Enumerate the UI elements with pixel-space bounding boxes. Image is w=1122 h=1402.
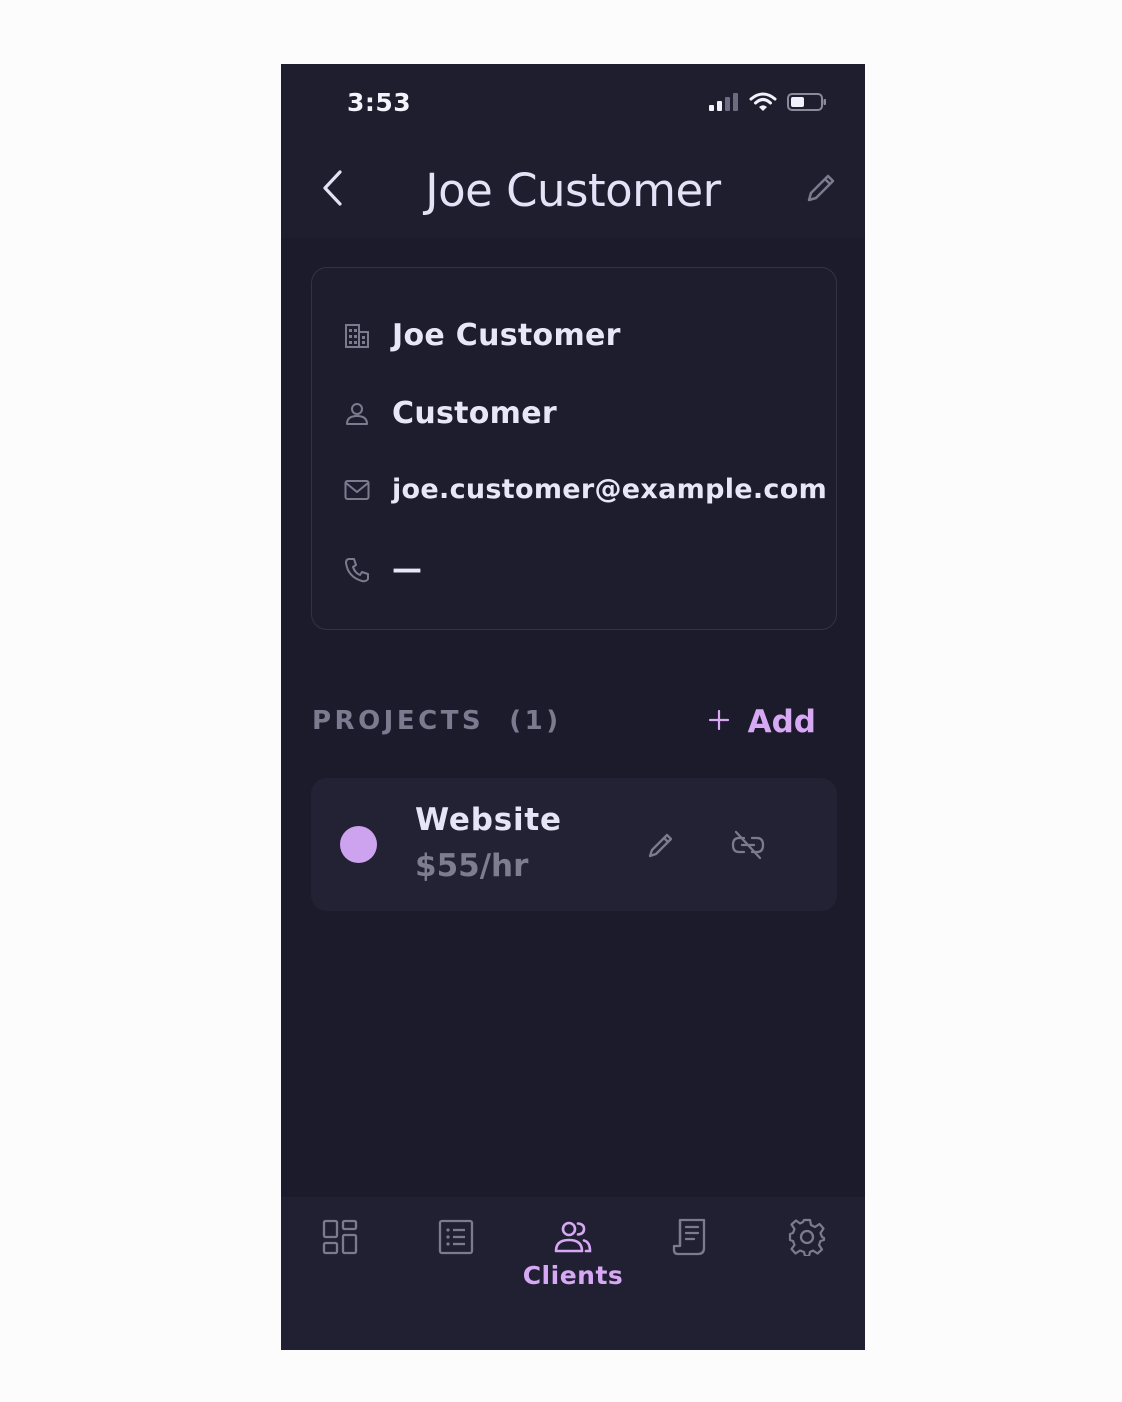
project-color-dot — [340, 826, 377, 863]
pencil-icon — [807, 174, 835, 202]
company-name: Joe Customer — [392, 318, 621, 353]
tab-invoices[interactable] — [635, 1215, 745, 1259]
tab-dashboard[interactable] — [285, 1215, 395, 1259]
project-item[interactable]: Website $55/hr — [311, 778, 837, 911]
building-icon — [342, 321, 372, 351]
tab-clients[interactable]: Clients — [518, 1215, 628, 1290]
bottom-tab-bar: Clients — [281, 1197, 865, 1350]
project-rate: $55/hr — [415, 848, 529, 884]
status-bar: 3:53 — [281, 64, 865, 144]
client-info-card: Joe Customer Customer joe.customer@examp… — [311, 267, 837, 630]
battery-icon — [787, 92, 827, 117]
phone-screen: 3:53 Joe Customer Joe Customer Customer … — [281, 64, 865, 1350]
navigation-header: Joe Customer — [281, 144, 865, 238]
phone-icon — [342, 555, 372, 585]
unlink-icon — [731, 830, 765, 860]
gear-icon — [785, 1215, 829, 1259]
tab-list[interactable] — [401, 1215, 511, 1259]
tab-clients-label: Clients — [522, 1261, 624, 1290]
status-time: 3:53 — [347, 88, 412, 117]
page-title: Joe Customer — [425, 164, 721, 217]
contact-name: Customer — [392, 396, 557, 431]
unlink-project-button[interactable] — [729, 826, 767, 864]
projects-section-label: PROJECTS (1) — [312, 706, 562, 736]
receipt-icon — [668, 1215, 712, 1259]
list-icon — [434, 1215, 478, 1259]
edit-client-button[interactable] — [799, 166, 843, 210]
dashboard-icon — [318, 1215, 362, 1259]
tab-settings[interactable] — [752, 1215, 862, 1259]
wifi-icon — [749, 92, 777, 117]
phone-row[interactable]: — — [342, 552, 422, 587]
users-icon — [551, 1215, 595, 1259]
status-icons — [709, 92, 827, 117]
mail-icon — [342, 475, 372, 505]
edit-project-button[interactable] — [642, 826, 680, 864]
plus-icon — [708, 707, 730, 737]
pencil-icon — [648, 833, 673, 858]
project-name: Website — [415, 802, 562, 838]
company-row: Joe Customer — [342, 318, 621, 353]
contact-row: Customer — [342, 396, 557, 431]
signal-icon — [709, 92, 739, 117]
add-project-button[interactable]: Add — [708, 704, 816, 740]
client-phone[interactable]: — — [392, 552, 422, 587]
client-email[interactable]: joe.customer@example.com — [392, 474, 827, 505]
person-icon — [342, 399, 372, 429]
add-project-label: Add — [747, 704, 816, 740]
projects-header: PROJECTS (1) Add — [312, 704, 816, 740]
email-row[interactable]: joe.customer@example.com — [342, 474, 827, 505]
